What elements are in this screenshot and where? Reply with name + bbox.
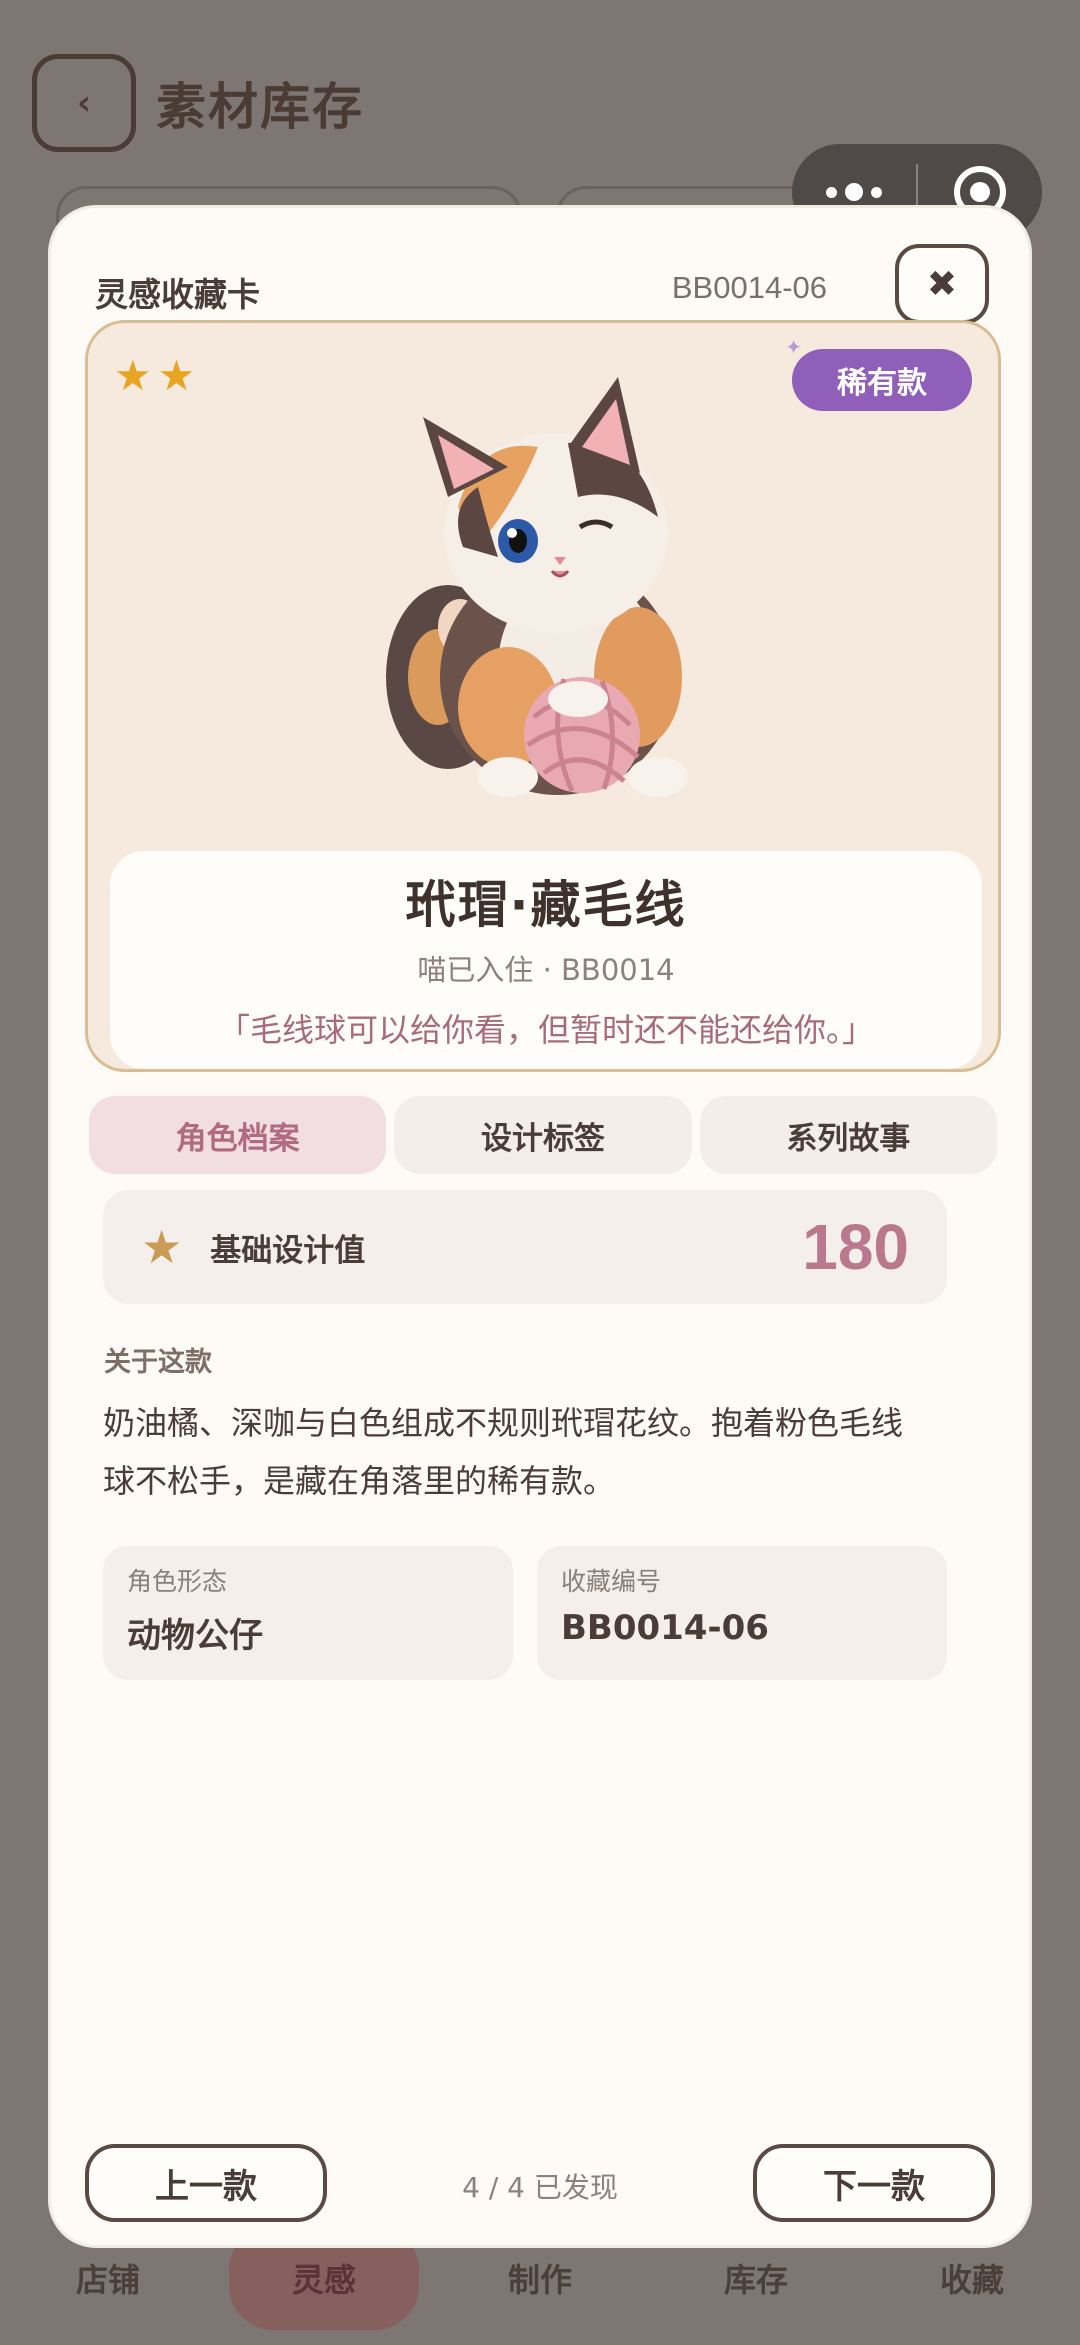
character-subtitle: 喵已入住 · BB0014 — [417, 953, 675, 987]
sparkle-icon: ✦ — [785, 335, 802, 359]
character-quote: 「毛线球可以给你看，但暂时还不能还给你。」 — [217, 1011, 874, 1049]
tab-design-tags[interactable]: 设计标签 — [394, 1096, 692, 1174]
star-icon: ★ — [114, 351, 152, 400]
attribute-value: BB0014-06 — [561, 1608, 769, 1648]
attribute-card-collection-no: 收藏编号 BB0014-06 — [537, 1546, 947, 1680]
attribute-value: 动物公仔 — [127, 1616, 263, 1656]
close-button[interactable]: ✖ — [895, 244, 989, 324]
rarity-stars: ★ ★ — [114, 351, 195, 400]
about-description: 奶油橘、深咖与白色组成不规则玳瑁花纹。抱着粉色毛线球不松手，是藏在角落里的稀有款… — [103, 1404, 904, 1500]
rarity-badge: 稀有款 — [792, 349, 972, 411]
modal-header: 灵感收藏卡 BB0014-06 ✖ — [95, 244, 989, 330]
attribute-card-form: 角色形态 动物公仔 — [103, 1546, 513, 1680]
inspiration-card-modal: 灵感收藏卡 BB0014-06 ✖ ★ ★ ✦ 稀有款 玳瑁·藏毛线 喵已入住 … — [48, 205, 1032, 2248]
detail-tabs: 角色档案 设计标签 系列故事 — [89, 1096, 997, 1174]
modal-title: 灵感收藏卡 — [95, 275, 260, 314]
back-button[interactable]: ‹ — [32, 54, 136, 152]
design-value-number: 180 — [802, 1211, 909, 1283]
tab-character-profile[interactable]: 角色档案 — [89, 1096, 387, 1174]
tab-series-story[interactable]: 系列故事 — [699, 1096, 997, 1174]
character-info-plate: 玳瑁·藏毛线 喵已入住 · BB0014 「毛线球可以给你看，但暂时还不能还给你… — [110, 851, 982, 1069]
character-name: 玳瑁·藏毛线 — [405, 876, 687, 934]
attribute-key: 角色形态 — [127, 1567, 228, 1596]
calico-cat-illustration — [386, 377, 688, 797]
star-icon: ★ — [157, 351, 196, 400]
card-code: BB0014-06 — [671, 270, 827, 305]
star-icon: ★ — [141, 1220, 183, 1274]
next-item-button[interactable]: 下一款 — [753, 2144, 995, 2222]
character-hero-card: ★ ★ ✦ 稀有款 玳瑁·藏毛线 喵已入住 · BB0014 「毛线球可以给你看… — [85, 320, 1001, 1072]
about-title: 关于这款 — [104, 1347, 212, 1378]
design-value-row: ★ 基础设计值 180 — [103, 1190, 947, 1304]
more-menu-icon[interactable] — [792, 183, 916, 201]
attribute-key: 收藏编号 — [561, 1567, 662, 1596]
page-title: 素材库存 — [156, 78, 364, 136]
background-header: ‹ 素材库存 — [32, 54, 364, 152]
design-value-label: 基础设计值 — [210, 1232, 366, 1269]
